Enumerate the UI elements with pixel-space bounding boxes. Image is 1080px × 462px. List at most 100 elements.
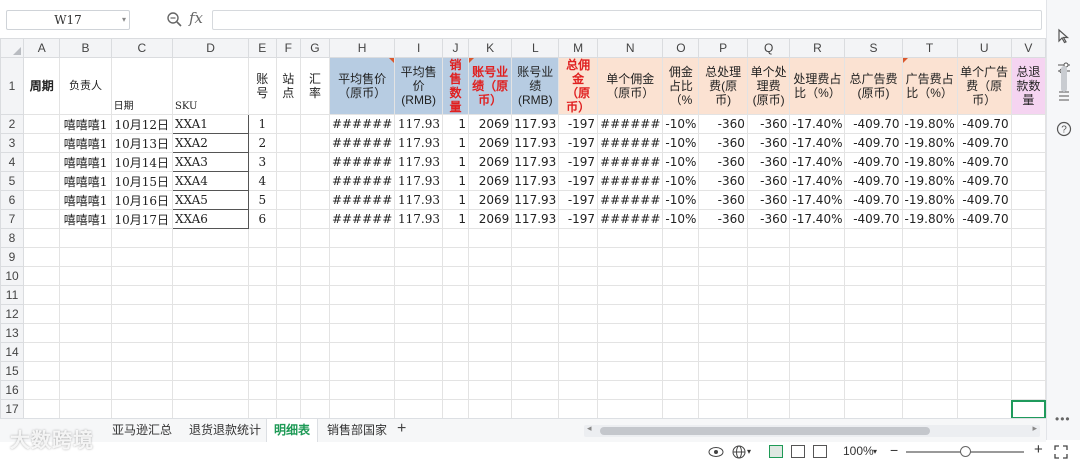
more-options-icon[interactable]: ••• <box>1055 412 1071 426</box>
cell-m[interactable] <box>558 380 599 400</box>
cell-d[interactable] <box>171 361 250 381</box>
cell-d[interactable] <box>171 304 250 324</box>
cell-k[interactable] <box>467 247 513 267</box>
tab-sales-country[interactable]: 销售部国家 <box>320 419 394 442</box>
cell-r[interactable] <box>789 285 846 305</box>
scroll-right-icon[interactable]: ▸ <box>1032 423 1037 434</box>
cell-k[interactable] <box>467 228 513 248</box>
cell-v[interactable] <box>1010 247 1046 267</box>
cell-u[interactable] <box>956 380 1012 400</box>
cell-p[interactable]: -360 <box>698 190 748 210</box>
cell-p[interactable] <box>698 304 748 324</box>
cell-a[interactable] <box>23 361 61 381</box>
cell-s[interactable]: -409.70 <box>844 133 903 153</box>
cell-b[interactable] <box>59 304 112 324</box>
column-header-e[interactable]: E <box>248 38 277 58</box>
header-cell-c[interactable]: 日期 <box>110 57 173 115</box>
cell-h[interactable] <box>328 228 396 248</box>
cell-j[interactable] <box>442 380 469 400</box>
zoom-slider[interactable] <box>906 446 1024 457</box>
cell-l[interactable] <box>511 247 560 267</box>
cell-s[interactable]: -409.70 <box>844 114 903 134</box>
cell-g[interactable] <box>299 380 330 400</box>
cell-b[interactable] <box>59 399 112 418</box>
cell-g[interactable] <box>299 247 330 267</box>
row-header[interactable]: 11 <box>0 285 25 305</box>
cell-j[interactable] <box>442 247 469 267</box>
cell-n[interactable] <box>597 228 664 248</box>
eye-icon[interactable] <box>708 445 724 459</box>
cell-a[interactable] <box>23 342 61 362</box>
cell-v[interactable] <box>1010 190 1046 210</box>
cell-b[interactable] <box>59 285 112 305</box>
row-header[interactable]: 6 <box>0 190 25 210</box>
cell-u[interactable] <box>956 228 1012 248</box>
cell-o[interactable] <box>662 247 700 267</box>
cell-l[interactable]: 117.93 <box>511 152 560 172</box>
cell-d[interactable] <box>171 342 250 362</box>
normal-view-icon[interactable] <box>769 445 783 458</box>
cell-q[interactable]: -360 <box>746 209 791 229</box>
cell-p[interactable]: -360 <box>698 133 748 153</box>
cell-a[interactable] <box>23 380 61 400</box>
cell-a[interactable] <box>23 190 61 210</box>
cell-s[interactable] <box>844 228 903 248</box>
cell-k[interactable] <box>467 285 513 305</box>
cell-q[interactable] <box>746 361 791 381</box>
cell-o[interactable]: -10% <box>662 152 700 172</box>
cell-i[interactable] <box>394 399 443 418</box>
cell-e[interactable] <box>248 266 277 286</box>
cell-s[interactable]: -409.70 <box>844 152 903 172</box>
cell-e[interactable]: 2 <box>248 133 277 153</box>
cell-r[interactable]: -17.40% <box>789 133 846 153</box>
globe-icon[interactable] <box>732 445 746 459</box>
cell-u[interactable] <box>956 361 1012 381</box>
cell-f[interactable] <box>275 323 301 343</box>
cell-u[interactable]: -409.70 <box>956 209 1012 229</box>
cell-u[interactable] <box>956 323 1012 343</box>
cell-r[interactable] <box>789 361 846 381</box>
header-cell-v[interactable]: 总退款数量 <box>1010 57 1046 115</box>
column-header-c[interactable]: C <box>110 38 173 58</box>
cell-j[interactable] <box>442 304 469 324</box>
cell-a[interactable] <box>23 171 61 191</box>
cell-g[interactable] <box>299 152 330 172</box>
cell-l[interactable]: 117.93 <box>511 133 560 153</box>
cell-l[interactable] <box>511 323 560 343</box>
cell-e[interactable]: 3 <box>248 152 277 172</box>
column-header-l[interactable]: L <box>511 38 560 58</box>
cell-q[interactable] <box>746 285 791 305</box>
cell-k[interactable] <box>467 304 513 324</box>
cell-s[interactable] <box>844 304 903 324</box>
cell-l[interactable]: 117.93 <box>511 190 560 210</box>
cell-c[interactable]: 10月14日 <box>110 152 173 172</box>
cell-u[interactable]: -409.70 <box>956 190 1012 210</box>
cell-f[interactable] <box>275 266 301 286</box>
cell-e[interactable] <box>248 247 277 267</box>
cell-p[interactable]: -360 <box>698 114 748 134</box>
cell-f[interactable] <box>275 342 301 362</box>
cell-t[interactable]: -19.80% <box>901 114 958 134</box>
cell-o[interactable]: -10% <box>662 114 700 134</box>
cell-k[interactable]: 2069 <box>467 152 513 172</box>
cell-l[interactable] <box>511 380 560 400</box>
cell-d[interactable] <box>171 266 250 286</box>
cell-g[interactable] <box>299 133 330 153</box>
cell-n[interactable] <box>597 304 664 324</box>
cell-t[interactable]: -19.80% <box>901 190 958 210</box>
cell-h[interactable]: ###### <box>328 114 396 134</box>
cell-k[interactable] <box>467 342 513 362</box>
cell-j[interactable] <box>442 285 469 305</box>
cell-k[interactable] <box>467 323 513 343</box>
cell-e[interactable]: 5 <box>248 190 277 210</box>
header-cell-j[interactable]: 销售数量 <box>442 57 469 115</box>
tab-returns-refunds[interactable]: 退货退款统计 <box>184 419 266 442</box>
cell-u[interactable] <box>956 285 1012 305</box>
cell-c[interactable] <box>110 304 173 324</box>
cell-t[interactable] <box>901 304 958 324</box>
cell-d[interactable]: XXA1 <box>171 114 250 134</box>
row-header[interactable]: 4 <box>0 152 25 172</box>
cell-h[interactable]: ###### <box>328 133 396 153</box>
cell-n[interactable] <box>597 380 664 400</box>
cell-a[interactable] <box>23 247 61 267</box>
